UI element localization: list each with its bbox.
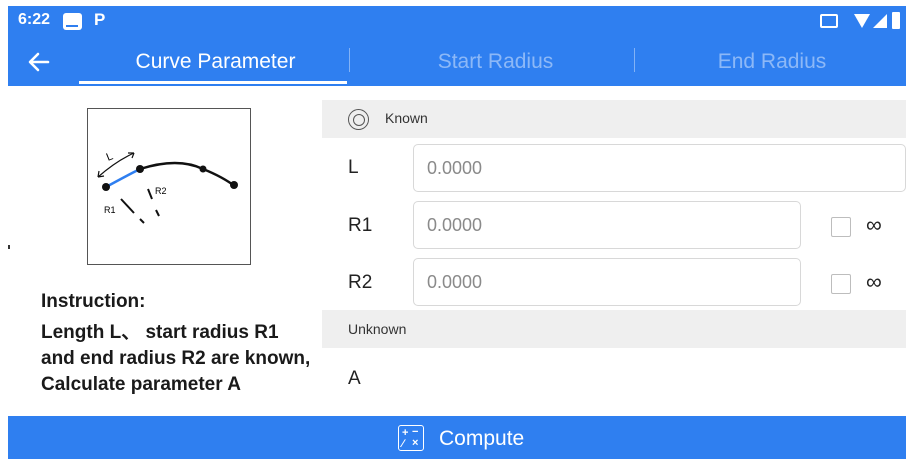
known-label: Known [385, 110, 428, 126]
curve-point [102, 183, 110, 191]
r1-infinity-label: ∞ [866, 212, 882, 237]
unknown-label: Unknown [348, 321, 407, 337]
tab-curve-parameter[interactable]: Curve Parameter [78, 50, 353, 74]
status-icons [820, 12, 900, 32]
edge-mark [8, 245, 10, 249]
curve-segment [139, 161, 237, 188]
curve-point [136, 165, 144, 173]
r2-infinity-checkbox[interactable] [831, 274, 851, 294]
known-section-header: Known [322, 100, 906, 138]
signal-icon [873, 14, 887, 28]
curve-point [230, 181, 238, 189]
instruction-panel: L R2 R1 Instruction: Length L、 start rad… [8, 86, 320, 416]
label-R2: R2 [155, 186, 167, 196]
radius-line-r1 [120, 198, 145, 224]
instruction-title: Instruction: [41, 291, 146, 312]
curve-diagram-svg: L R2 R1 [97, 150, 238, 224]
instruction-text: Length L、 start radius R1 and end radius… [41, 322, 311, 395]
cast-icon [820, 14, 838, 28]
tab-divider [634, 48, 635, 72]
curve-diagram: L R2 R1 [87, 108, 251, 265]
status-bar: 6:22 P [8, 6, 906, 40]
tab-divider [349, 48, 350, 72]
active-tab-indicator [79, 81, 347, 84]
label-R2-row: R2 [348, 272, 373, 293]
spiral-segment [105, 167, 141, 189]
tab-start-radius[interactable]: Start Radius [353, 50, 638, 74]
unknown-section-header: Unknown [322, 310, 906, 348]
label-L-row: L [348, 157, 359, 178]
wifi-icon [854, 14, 870, 28]
label-L: L [105, 150, 115, 163]
length-input[interactable] [413, 144, 906, 192]
target-icon [348, 109, 369, 130]
r1-infinity-checkbox[interactable] [831, 217, 851, 237]
end-radius-input[interactable] [413, 258, 801, 306]
battery-icon [892, 12, 900, 29]
tab-end-radius[interactable]: End Radius [638, 50, 906, 74]
start-radius-input[interactable] [413, 201, 801, 249]
label-A-row: A [348, 368, 361, 389]
gallery-icon [63, 13, 82, 30]
label-R1-row: R1 [348, 215, 373, 236]
r2-infinity-label: ∞ [866, 269, 882, 294]
label-R1: R1 [104, 205, 116, 215]
top-navigation: Curve Parameter Start Radius End Radius [8, 40, 906, 86]
parking-icon: P [94, 10, 106, 29]
status-time: 6:22 [18, 11, 51, 28]
compute-label: Compute [439, 427, 525, 450]
curve-point [199, 165, 207, 173]
back-arrow-icon[interactable] [26, 49, 52, 75]
calculator-icon: + − ∕ × [398, 425, 424, 451]
compute-button[interactable]: + − ∕ × Compute [8, 416, 906, 459]
